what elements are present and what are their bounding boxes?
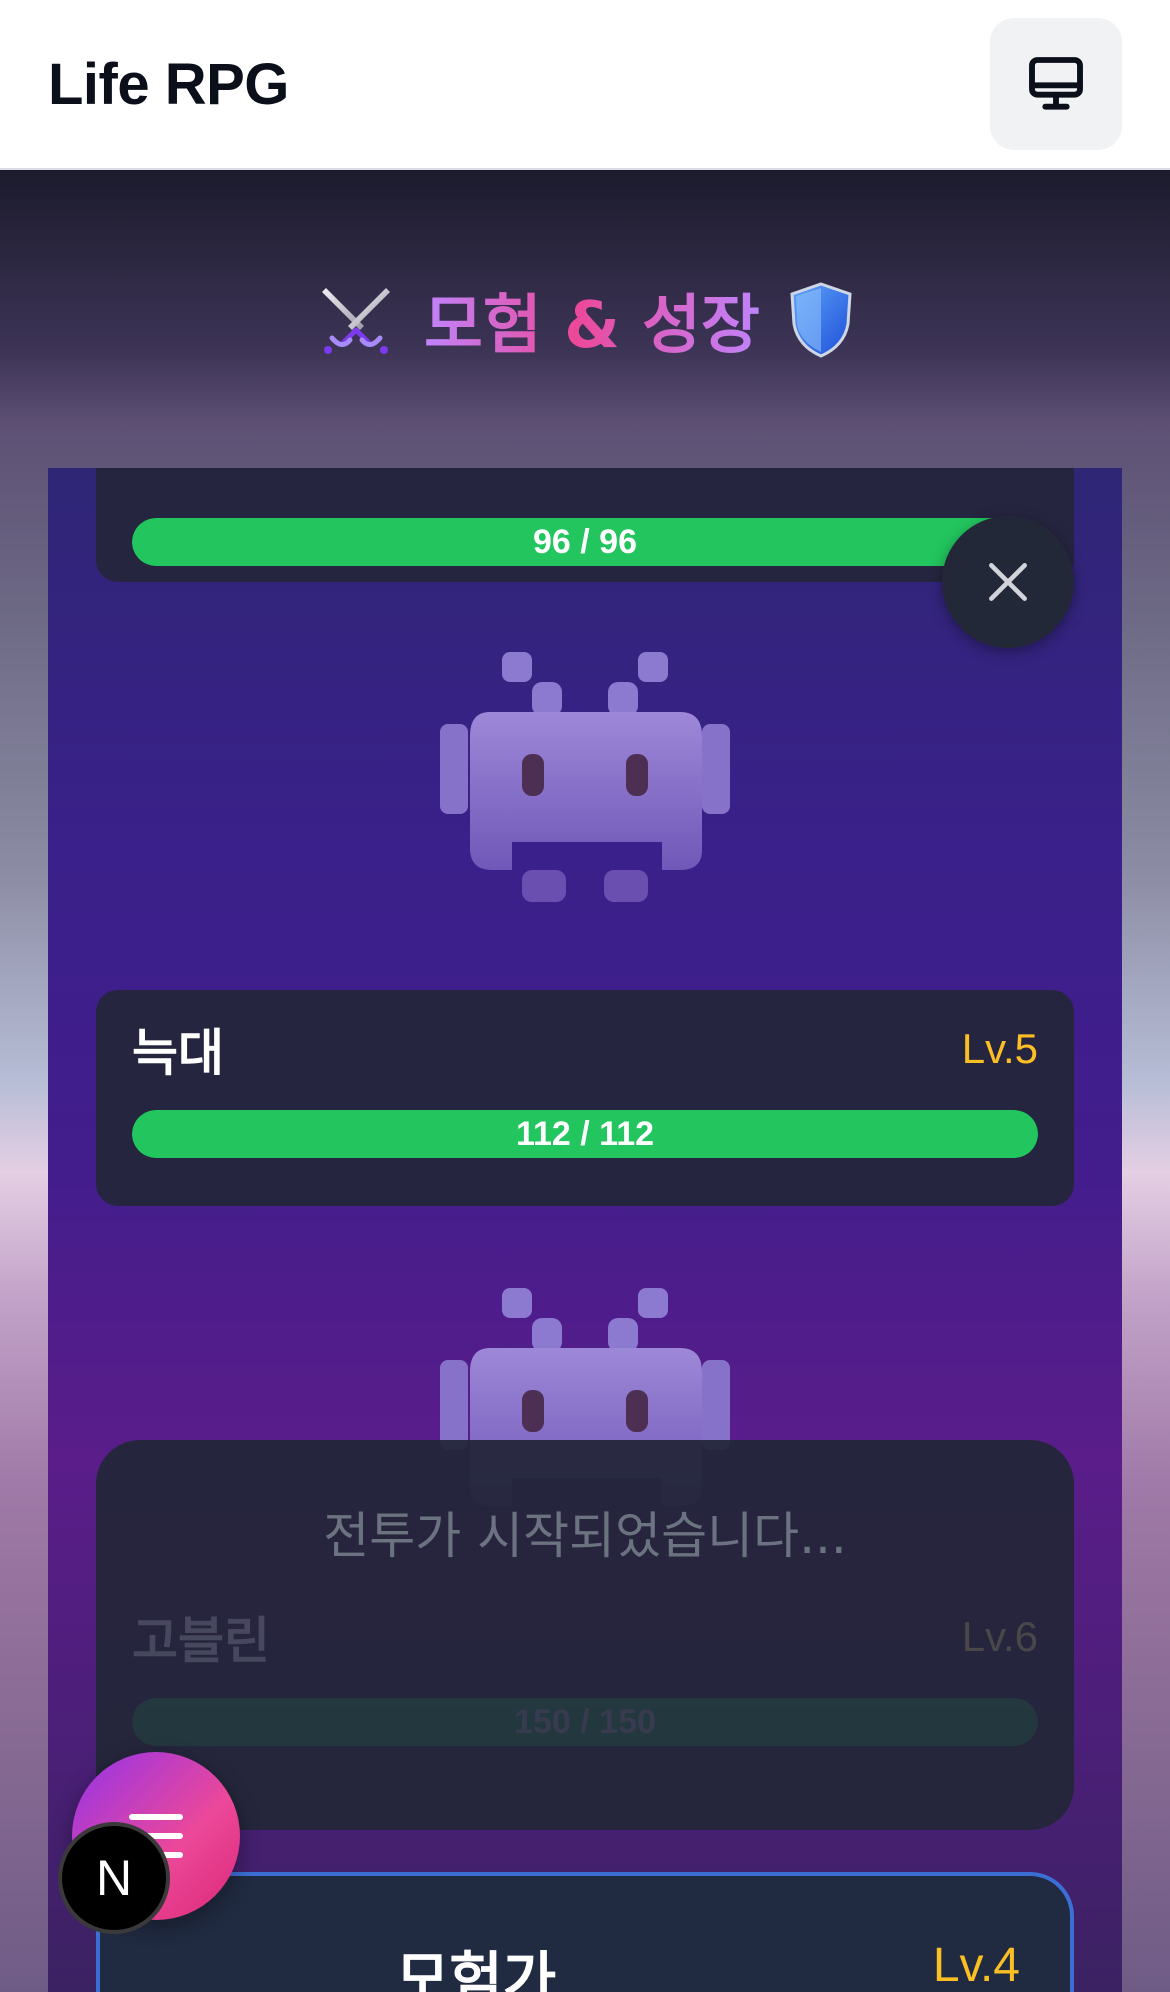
alien-monster-icon [440, 652, 730, 902]
monster-card: 고블린 Lv.6 150 / 150 [96, 1578, 1074, 1818]
hp-text: 112 / 112 [515, 1115, 655, 1153]
dev-tools-badge[interactable]: N [58, 1822, 170, 1934]
player-name: 모험가 [396, 1945, 557, 1992]
monster-level: Lv.5 [961, 1025, 1038, 1072]
hp-text: 150 / 150 [514, 1703, 656, 1741]
top-bar: Life RPG [0, 0, 1170, 170]
shield-icon [790, 282, 852, 358]
hp-text: 96 / 96 [533, 523, 637, 561]
monitor-icon [1029, 57, 1083, 110]
hp-bar: 96 / 96 [132, 518, 1038, 566]
header-title: 모험 & 성장 [424, 274, 760, 366]
crossed-swords-icon [322, 288, 391, 354]
app-title: Life RPG [48, 51, 289, 117]
monster-name: 늑대 [132, 1024, 224, 1082]
monster-level: Lv.6 [961, 1613, 1038, 1660]
display-mode-button[interactable] [990, 18, 1122, 150]
monster-card: 96 / 96 [96, 468, 1074, 582]
player-card: 모험가 Lv.4 [96, 1872, 1074, 1992]
adventure-header: 모험 & 성장 [0, 170, 1170, 470]
badge-letter: N [95, 1850, 133, 1906]
player-level: Lv.4 [932, 1939, 1020, 1992]
hp-bar: 150 / 150 [132, 1698, 1038, 1746]
battle-panel: 96 / 96 늑대 Lv.5 112 / 112 전투가 시작되었습니다...… [48, 468, 1122, 1992]
monster-card: 늑대 Lv.5 112 / 112 [96, 990, 1074, 1206]
battle-log-message: 전투가 시작되었습니다... [323, 1507, 847, 1565]
hp-bar: 112 / 112 [132, 1110, 1038, 1158]
monster-name: 고블린 [132, 1612, 270, 1670]
